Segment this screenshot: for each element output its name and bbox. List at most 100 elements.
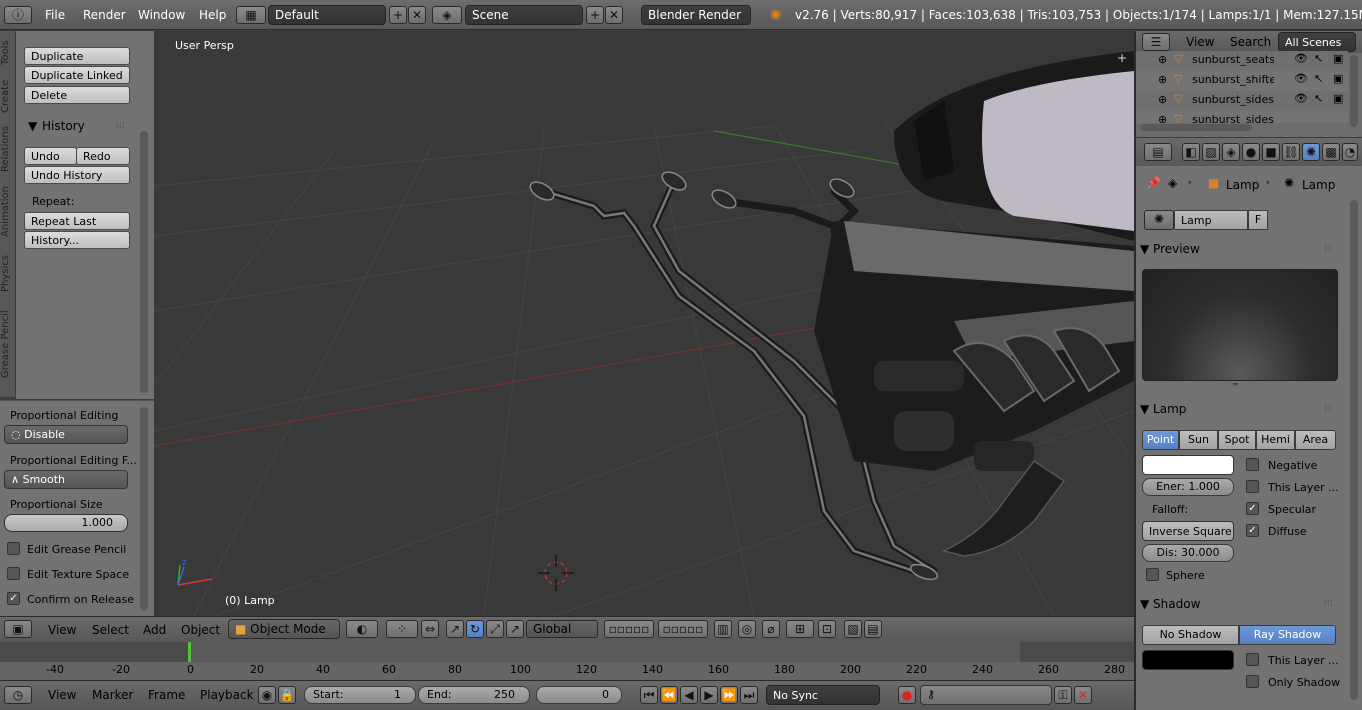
renderable-camera-icon[interactable]: ▣ [1333, 72, 1343, 85]
add-scene-icon[interactable]: + [586, 6, 604, 24]
render-engine-dropdown[interactable]: Blender Render [641, 5, 751, 25]
ray-shadow-button[interactable]: Ray Shadow [1239, 625, 1336, 645]
edit-texture-space-checkbox[interactable] [7, 567, 20, 580]
lamp-type-hemi-button[interactable]: Hemi [1256, 430, 1295, 450]
remove-scene-icon[interactable]: ✕ [605, 6, 623, 24]
scale-manipulator-icon[interactable]: ⤢ [486, 620, 504, 638]
tab-grease-pencil[interactable]: Grease Pencil [0, 306, 16, 382]
translate-manipulator-icon[interactable]: ↗ [446, 620, 464, 638]
pivot-point-icon[interactable]: ⁘ [386, 620, 418, 638]
lamp-type-area-button[interactable]: Area [1295, 430, 1336, 450]
history-panel-title[interactable]: History [42, 119, 85, 133]
editor-type-timeline-icon[interactable]: ◷ [4, 686, 32, 704]
selectable-cursor-icon[interactable]: ↖ [1314, 52, 1323, 65]
outliner-row-name[interactable]: sunburst_sideskirt. [1192, 93, 1274, 106]
expand-icon[interactable]: ⊕ [1158, 113, 1167, 123]
shadow-color-swatch[interactable] [1142, 650, 1234, 670]
confirm-on-release-checkbox[interactable]: ✓ [7, 592, 20, 605]
current-frame-field[interactable]: 0 [536, 686, 622, 704]
layers-group-1-icon[interactable]: ▫▫▫▫▫ [604, 620, 654, 638]
operator-panel-scrollbar[interactable] [140, 407, 148, 611]
outliner-horizontal-scrollbar[interactable] [1140, 124, 1252, 131]
timeline-menu-playback[interactable]: Playback [200, 688, 254, 702]
visibility-eye-icon[interactable]: 👁 [1294, 52, 1308, 65]
no-shadow-button[interactable]: No Shadow [1142, 625, 1239, 645]
lamp-panel-header[interactable]: ▼ Lamp [1140, 402, 1340, 416]
falloff-dropdown[interactable]: Inverse Square [1142, 521, 1234, 541]
manipulator-space-icon[interactable]: ↗ [506, 620, 524, 638]
renderable-camera-icon[interactable]: ▣ [1333, 92, 1343, 105]
shadow-panel-header[interactable]: ▼ Shadow [1140, 597, 1340, 611]
history-button[interactable]: History... [24, 231, 130, 249]
selectable-cursor-icon[interactable]: ↖ [1314, 92, 1323, 105]
timeline[interactable]: -40 -20 0 20 40 60 80 100 120 140 160 18… [0, 642, 1134, 680]
render-layers-tab-icon[interactable]: ▨ [1202, 143, 1220, 161]
outliner-filter-dropdown[interactable]: All Scenes [1278, 32, 1356, 52]
rotate-manipulator-icon[interactable]: ↻ [466, 620, 484, 638]
undo-button[interactable]: Undo [24, 147, 77, 165]
prop-size-field[interactable]: 1.000 [4, 514, 128, 532]
outliner-menu-view[interactable]: View [1186, 35, 1214, 49]
tab-relations[interactable]: Relations [0, 123, 16, 175]
play-reverse-icon[interactable]: ◀ [680, 686, 698, 704]
menu-select[interactable]: Select [92, 623, 129, 637]
expand-icon[interactable]: ⊕ [1158, 73, 1167, 86]
lock-layers-icon[interactable]: ▥ [714, 620, 732, 638]
drag-handle-icon[interactable]: ⁞⁞⁞ [116, 121, 125, 131]
prop-falloff-dropdown[interactable]: ∧ Smooth [4, 470, 128, 489]
edit-grease-pencil-checkbox[interactable] [7, 542, 20, 555]
shadow-this-layer-checkbox[interactable] [1246, 653, 1259, 666]
3d-viewport[interactable]: z User Persp (0) Lamp + [154, 31, 1134, 616]
orientation-dropdown[interactable]: Global [526, 620, 598, 638]
lamp-color-swatch[interactable] [1142, 455, 1234, 475]
drag-handle-icon[interactable]: ⁞⁞⁞ [1324, 404, 1333, 414]
sphere-checkbox[interactable] [1146, 568, 1159, 581]
screen-layout-icon[interactable]: ▦ [236, 6, 266, 24]
snap-element-icon[interactable]: ⊞ [786, 620, 814, 638]
scene-icon[interactable]: ◈ [432, 6, 462, 24]
record-icon[interactable]: ● [898, 686, 916, 704]
menu-render[interactable]: Render [83, 8, 126, 22]
repeat-last-button[interactable]: Repeat Last [24, 212, 130, 230]
tab-physics[interactable]: Physics [0, 251, 16, 297]
tab-animation[interactable]: Animation [0, 181, 16, 243]
this-layer-checkbox[interactable] [1246, 480, 1259, 493]
insert-keyframe-icon[interactable]: ⚿ [1054, 686, 1072, 704]
screen-layout-field[interactable]: Default [268, 5, 386, 25]
remove-layout-icon[interactable]: ✕ [408, 6, 426, 24]
menu-add[interactable]: Add [143, 623, 166, 637]
editor-type-properties-icon[interactable]: ▤ [1144, 143, 1172, 161]
menu-file[interactable]: File [45, 8, 65, 22]
world-tab-icon[interactable]: ● [1242, 143, 1260, 161]
properties-scrollbar[interactable] [1350, 200, 1358, 700]
outliner-vertical-scrollbar[interactable] [1350, 55, 1358, 127]
only-shadow-checkbox[interactable] [1246, 675, 1259, 688]
current-frame-marker[interactable] [188, 642, 191, 662]
expand-icon[interactable]: ⊕ [1158, 93, 1167, 106]
editor-type-outliner-icon[interactable]: ☰ [1142, 33, 1170, 51]
tab-create[interactable]: Create [0, 75, 16, 117]
lamp-type-point-button[interactable]: Point [1142, 430, 1179, 450]
outliner-row[interactable]: ⊕ ▽ sunburst_sideskirt. 👁 ↖ ▣ [1136, 91, 1348, 111]
selectable-cursor-icon[interactable]: ↖ [1314, 72, 1323, 85]
outliner-row-name[interactable]: sunburst_shifter_ac [1192, 73, 1274, 86]
lamp-type-spot-button[interactable]: Spot [1218, 430, 1256, 450]
lamp-datablock-icon[interactable]: ✺ [1144, 210, 1174, 230]
layers-group-2-icon[interactable]: ▫▫▫▫▫ [658, 620, 708, 638]
lock-range-icon[interactable]: 🔒 [278, 686, 296, 704]
end-frame-field[interactable]: End: 250 [418, 686, 530, 704]
render-tab-icon[interactable]: ◧ [1182, 143, 1200, 161]
fake-user-button[interactable]: F [1248, 210, 1268, 230]
outliner-menu-search[interactable]: Search [1230, 35, 1271, 49]
tool-shelf-scrollbar[interactable] [140, 131, 148, 393]
timeline-menu-view[interactable]: View [48, 688, 76, 702]
lamp-data-tab-icon[interactable]: ✺ [1302, 143, 1320, 161]
editor-type-info-icon[interactable]: ⓘ [4, 6, 32, 24]
start-frame-field[interactable]: Start: 1 [304, 686, 416, 704]
viewport-expand-icon[interactable]: + [1117, 51, 1127, 65]
play-icon[interactable]: ▶ [700, 686, 718, 704]
drag-handle-icon[interactable]: ⁞⁞⁞ [1324, 599, 1333, 609]
menu-view[interactable]: View [48, 623, 76, 637]
editor-type-3d-icon[interactable]: ▣ [4, 620, 32, 638]
scene-field[interactable]: Scene [465, 5, 583, 25]
